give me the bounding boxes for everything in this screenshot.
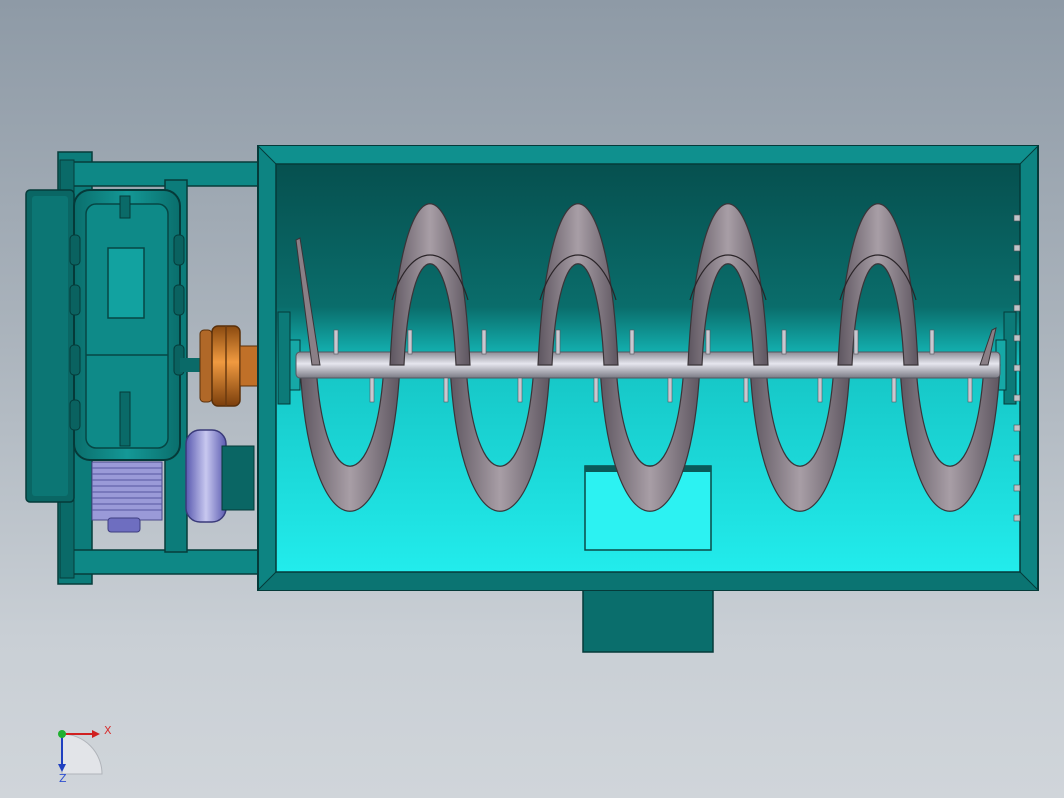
support-arm [629,329,635,355]
coordinate-triad-icon: X Z [58,724,112,785]
ribbon-mixer-top-view: X Z [25,145,1039,785]
support-arm [781,329,787,355]
bolt [1013,274,1021,282]
support-arm [667,377,673,403]
gearbox [69,189,185,461]
bolt [1013,334,1021,342]
support-arm [817,377,823,403]
bolt [1013,424,1021,432]
shaft-coupling [180,325,259,407]
support-arm [369,377,375,403]
support-arm [333,329,339,355]
bolt [1013,214,1021,222]
bolt [1013,484,1021,492]
support-arm [555,329,561,355]
bolt [1013,514,1021,522]
support-arm [593,377,599,403]
triad-z-label: Z [59,772,67,785]
support-arm [929,329,935,355]
bolt [1013,244,1021,252]
support-arm [517,377,523,403]
motor-cooling-fins [91,461,163,533]
bolt [1013,394,1021,402]
discharge-outlet [582,584,714,653]
support-arm [407,329,413,355]
motor-housing [25,189,75,503]
bolt [1013,364,1021,372]
support-arm [891,377,897,403]
cad-viewport[interactable]: X Z [0,0,1064,798]
motor-end-cap [185,429,255,523]
bolt [1013,304,1021,312]
support-arm [443,377,449,403]
support-arm [481,329,487,355]
support-arm [743,377,749,403]
triad-x-label: X [104,724,112,737]
bolt [1013,454,1021,462]
support-arm [705,329,711,355]
support-arm [853,329,859,355]
support-arm [967,377,973,403]
